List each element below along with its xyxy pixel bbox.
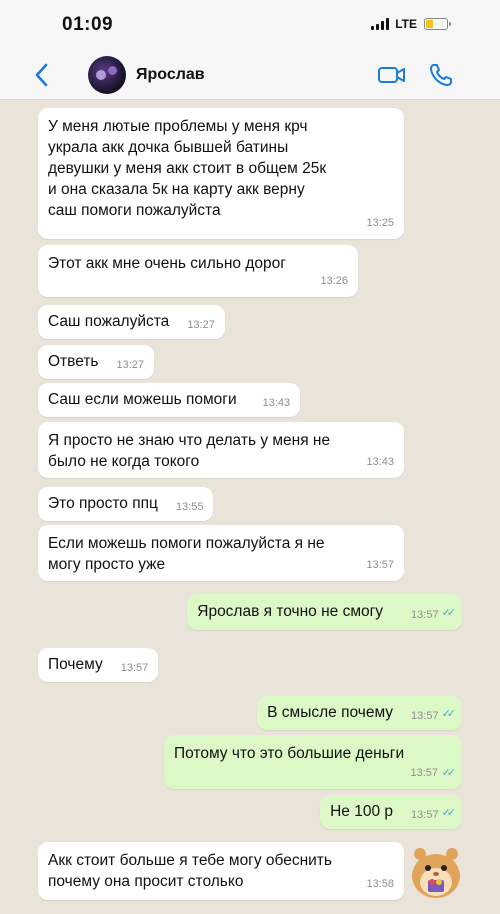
message-time: 13:57 — [410, 767, 438, 779]
read-check-icon: ✓✓ — [441, 807, 457, 819]
message-time: 13:57 — [120, 662, 149, 674]
message-bubble[interactable]: Саш пожалуйста 13:27 — [38, 305, 225, 339]
message-text: Ярослав я точно не смогу — [197, 603, 384, 620]
message-text: Я просто не знаю что делать у меня не бы… — [48, 432, 331, 470]
message-time: 13:27 — [116, 359, 145, 371]
message-text: Это просто ппц — [48, 495, 158, 512]
status-bar: 01:09 LTE — [0, 0, 500, 52]
message-time: 13:57 — [411, 710, 439, 722]
signal-icon — [371, 18, 390, 30]
read-check-icon: ✓✓ — [441, 767, 457, 779]
message-text: Потому что это большие деньги — [174, 745, 405, 762]
chevron-left-icon — [35, 63, 48, 87]
phone-icon — [430, 64, 452, 86]
message-bubble[interactable]: Этот акк мне очень сильно дорог 13:26 — [38, 245, 358, 297]
message-bubble[interactable]: Это просто ппц 13:55 — [38, 487, 214, 521]
message-text: У меня лютые проблемы у меня крч украла … — [48, 118, 327, 219]
message-bubble[interactable]: Саш если можешь помоги 13:43 — [38, 383, 301, 417]
message-text: Ответь — [48, 353, 99, 370]
read-check-icon: ✓✓ — [441, 607, 457, 619]
message-text: Почему — [48, 656, 103, 673]
message-text: Саш если можешь помоги — [48, 391, 237, 408]
message-time: 13:43 — [366, 456, 394, 468]
message-text: Акк стоит больше я тебе могу обеснить по… — [48, 852, 332, 890]
message-time: 13:25 — [366, 217, 394, 229]
contact-name[interactable]: Ярослав — [136, 66, 205, 84]
message-bubble[interactable]: Я просто не знаю что делать у меня не бы… — [38, 422, 404, 478]
status-time: 01:09 — [62, 14, 114, 35]
message-bubble[interactable]: Потому что это большие деньги 13:57 ✓✓ — [164, 735, 462, 789]
message-text: В смысле почему — [267, 704, 394, 721]
message-text: Этот акк мне очень сильно дорог — [48, 255, 286, 272]
battery-icon — [424, 18, 451, 30]
message-bubble[interactable]: Не 100 р 13:57 ✓✓ — [320, 795, 462, 829]
message-text: Не 100 р — [330, 803, 394, 820]
back-button[interactable] — [28, 60, 54, 90]
status-indicators: LTE — [371, 17, 451, 31]
message-time: 13:43 — [262, 397, 291, 409]
voice-call-button[interactable] — [428, 62, 454, 88]
read-check-icon: ✓✓ — [441, 708, 457, 720]
video-call-button[interactable] — [377, 64, 407, 86]
message-time: 13:57 — [411, 809, 439, 821]
message-time: 13:26 — [320, 275, 348, 287]
message-bubble[interactable]: В смысле почему 13:57 ✓✓ — [257, 696, 462, 730]
message-bubble[interactable]: У меня лютые проблемы у меня крч украла … — [38, 108, 404, 239]
message-time: 13:55 — [175, 501, 204, 513]
network-label: LTE — [395, 17, 417, 31]
message-bubble[interactable]: Ответь 13:27 — [38, 345, 155, 379]
message-bubble[interactable]: Если можешь помоги пожалуйста я не могу … — [38, 525, 404, 581]
message-time: 13:57 — [411, 609, 439, 621]
message-time: 13:57 — [366, 559, 394, 571]
avatar[interactable] — [88, 56, 126, 94]
hamster-sticker-icon[interactable] — [408, 840, 464, 902]
message-bubble[interactable]: Ярослав я точно не смогу 13:57 ✓✓ — [187, 594, 462, 630]
message-time: 13:58 — [366, 878, 394, 890]
chat-header: Ярослав — [0, 52, 500, 100]
message-text: Саш пожалуйста — [48, 313, 170, 330]
video-camera-icon — [378, 67, 405, 83]
message-bubble[interactable]: Акк стоит больше я тебе могу обеснить по… — [38, 842, 404, 900]
message-text: Если можешь помоги пожалуйста я не могу … — [48, 535, 325, 573]
battery-level — [426, 20, 433, 28]
message-time: 13:27 — [187, 319, 215, 331]
chat-area[interactable]: У меня лютые проблемы у меня крч украла … — [0, 100, 500, 914]
message-bubble[interactable]: Почему 13:57 — [38, 648, 159, 682]
